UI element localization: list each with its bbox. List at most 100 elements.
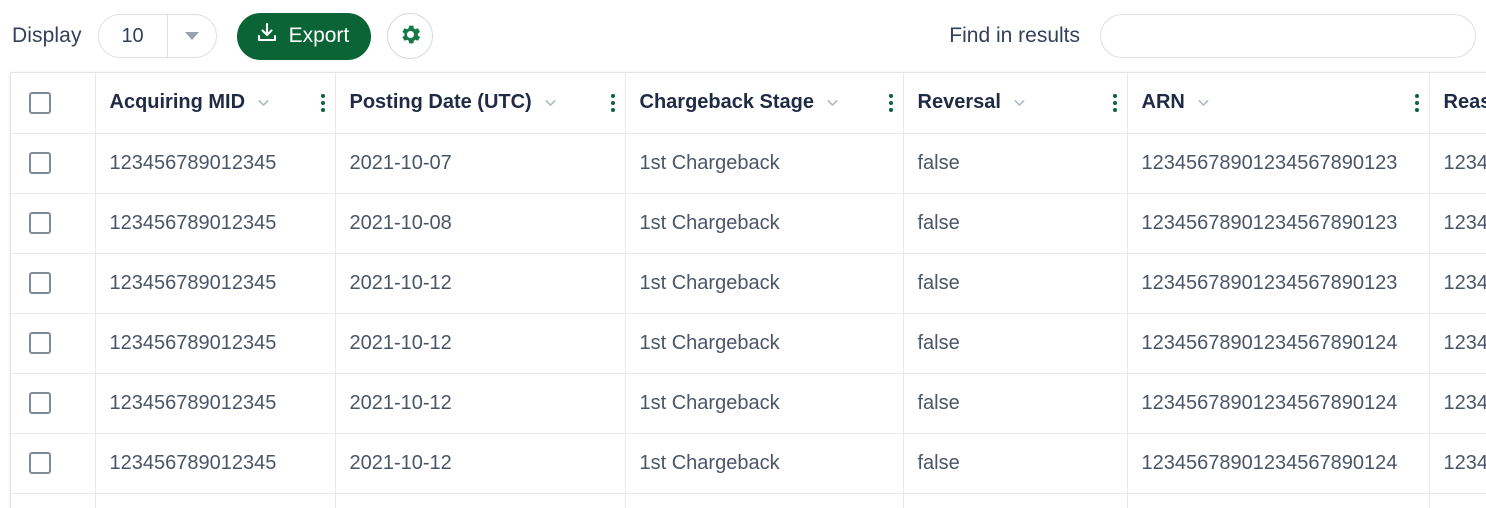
- row-select-checkbox[interactable]: [29, 272, 51, 294]
- find-in-results-label: Find in results: [949, 24, 1080, 48]
- cell-acquiring-mid: 123456789012345: [95, 193, 335, 253]
- cell-arn: 12345678901234567890124: [1127, 493, 1429, 508]
- gear-icon: [398, 22, 423, 50]
- cell-reversal: false: [903, 253, 1127, 313]
- cell-arn: 12345678901234567890124: [1127, 313, 1429, 373]
- cell-posting-date: 2021-10-12: [335, 493, 625, 508]
- table-header-row: Acquiring MID Posting Date (UTC): [11, 73, 1486, 133]
- column-header-label: ARN: [1142, 91, 1185, 114]
- cell-posting-date: 2021-10-07: [335, 133, 625, 193]
- table-row[interactable]: 1234567890123452021-10-121st Chargebackf…: [11, 373, 1486, 433]
- find-in-results: Find in results: [949, 14, 1486, 58]
- cell-reason: 123456789012345: [1429, 133, 1486, 193]
- cell-chargeback-stage: 1st Chargeback: [625, 493, 903, 508]
- column-header-label: Acquiring MID: [110, 91, 246, 114]
- kebab-menu-icon[interactable]: [309, 94, 325, 112]
- row-select-checkbox[interactable]: [29, 452, 51, 474]
- cell-chargeback-stage: 1st Chargeback: [625, 133, 903, 193]
- table-row[interactable]: 1234567890123452021-10-121st Chargebackf…: [11, 493, 1486, 508]
- chevron-down-icon[interactable]: [824, 94, 841, 111]
- cell-chargeback-stage: 1st Chargeback: [625, 433, 903, 493]
- cell-reversal: false: [903, 493, 1127, 508]
- table-header: Acquiring MID Posting Date (UTC): [11, 73, 1486, 133]
- cell-reason: 123456789012345: [1429, 193, 1486, 253]
- table-row[interactable]: 1234567890123452021-10-121st Chargebackf…: [11, 253, 1486, 313]
- cell-chargeback-stage: 1st Chargeback: [625, 313, 903, 373]
- cell-reversal: false: [903, 373, 1127, 433]
- cell-posting-date: 2021-10-08: [335, 193, 625, 253]
- cell-acquiring-mid: 123456789012345: [95, 133, 335, 193]
- cell-reason: 123456789012345: [1429, 373, 1486, 433]
- row-select-checkbox[interactable]: [29, 212, 51, 234]
- caret-shape: [185, 32, 199, 40]
- page-size-value: 10: [99, 25, 167, 48]
- cell-posting-date: 2021-10-12: [335, 373, 625, 433]
- row-select-checkbox[interactable]: [29, 392, 51, 414]
- column-header-label: Posting Date (UTC): [350, 91, 532, 114]
- cell-reason: 123456789012345: [1429, 253, 1486, 313]
- export-button-label: Export: [289, 24, 350, 48]
- cell-posting-date: 2021-10-12: [335, 253, 625, 313]
- row-select-cell: [11, 433, 95, 493]
- chevron-down-icon[interactable]: [167, 15, 216, 57]
- cell-arn: 12345678901234567890123: [1127, 193, 1429, 253]
- row-select-cell: [11, 373, 95, 433]
- chevron-down-icon[interactable]: [542, 94, 559, 111]
- chevron-down-icon[interactable]: [255, 94, 272, 111]
- cell-reason: 123456789012345: [1429, 493, 1486, 508]
- column-header-reversal[interactable]: Reversal: [903, 73, 1127, 133]
- table-row[interactable]: 1234567890123452021-10-121st Chargebackf…: [11, 313, 1486, 373]
- cell-reason: 123456789012345: [1429, 313, 1486, 373]
- cell-arn: 12345678901234567890124: [1127, 373, 1429, 433]
- download-icon: [255, 21, 279, 51]
- chevron-down-icon[interactable]: [1195, 94, 1212, 111]
- cell-arn: 12345678901234567890123: [1127, 133, 1429, 193]
- row-select-checkbox[interactable]: [29, 332, 51, 354]
- cell-arn: 12345678901234567890123: [1127, 253, 1429, 313]
- column-header-arn[interactable]: ARN: [1127, 73, 1429, 133]
- settings-button[interactable]: [387, 13, 433, 59]
- find-in-results-input[interactable]: [1100, 14, 1476, 58]
- cell-acquiring-mid: 123456789012345: [95, 373, 335, 433]
- table-row[interactable]: 1234567890123452021-10-071st Chargebackf…: [11, 133, 1486, 193]
- row-select-cell: [11, 193, 95, 253]
- page-size-select[interactable]: 10: [98, 14, 217, 58]
- cell-acquiring-mid: 123456789012345: [95, 433, 335, 493]
- table-row[interactable]: 1234567890123452021-10-081st Chargebackf…: [11, 193, 1486, 253]
- cell-reversal: false: [903, 193, 1127, 253]
- kebab-menu-icon[interactable]: [1101, 94, 1117, 112]
- cell-reason: 123456789012345: [1429, 433, 1486, 493]
- row-select-cell: [11, 313, 95, 373]
- cell-acquiring-mid: 123456789012345: [95, 253, 335, 313]
- cell-acquiring-mid: 123456789012345: [95, 313, 335, 373]
- cell-chargeback-stage: 1st Chargeback: [625, 373, 903, 433]
- kebab-menu-icon[interactable]: [1403, 94, 1419, 112]
- column-header-chargeback-stage[interactable]: Chargeback Stage: [625, 73, 903, 133]
- kebab-menu-icon[interactable]: [877, 94, 893, 112]
- cell-chargeback-stage: 1st Chargeback: [625, 253, 903, 313]
- export-button[interactable]: Export: [237, 13, 372, 60]
- cell-reversal: false: [903, 313, 1127, 373]
- cell-acquiring-mid: 123456789012345: [95, 493, 335, 508]
- cell-arn: 12345678901234567890124: [1127, 433, 1429, 493]
- row-select-checkbox[interactable]: [29, 152, 51, 174]
- display-label: Display: [12, 24, 82, 48]
- column-header-posting-date[interactable]: Posting Date (UTC): [335, 73, 625, 133]
- kebab-menu-icon[interactable]: [599, 94, 615, 112]
- column-header-label: Reversal: [918, 91, 1001, 114]
- column-header-reason[interactable]: Reason: [1429, 73, 1486, 133]
- chevron-down-icon[interactable]: [1011, 94, 1028, 111]
- cell-reversal: false: [903, 433, 1127, 493]
- table-body: 1234567890123452021-10-071st Chargebackf…: [11, 133, 1486, 508]
- column-header-label: Reason: [1444, 91, 1486, 114]
- table-toolbar: Display 10 Export Find in results: [0, 0, 1486, 72]
- row-select-cell: [11, 493, 95, 508]
- column-header-acquiring-mid[interactable]: Acquiring MID: [95, 73, 335, 133]
- select-all-checkbox[interactable]: [29, 92, 51, 114]
- row-select-cell: [11, 133, 95, 193]
- column-header-label: Chargeback Stage: [640, 91, 815, 114]
- table-row[interactable]: 1234567890123452021-10-121st Chargebackf…: [11, 433, 1486, 493]
- cell-posting-date: 2021-10-12: [335, 313, 625, 373]
- cell-reversal: false: [903, 133, 1127, 193]
- results-table-container: Acquiring MID Posting Date (UTC): [10, 72, 1486, 508]
